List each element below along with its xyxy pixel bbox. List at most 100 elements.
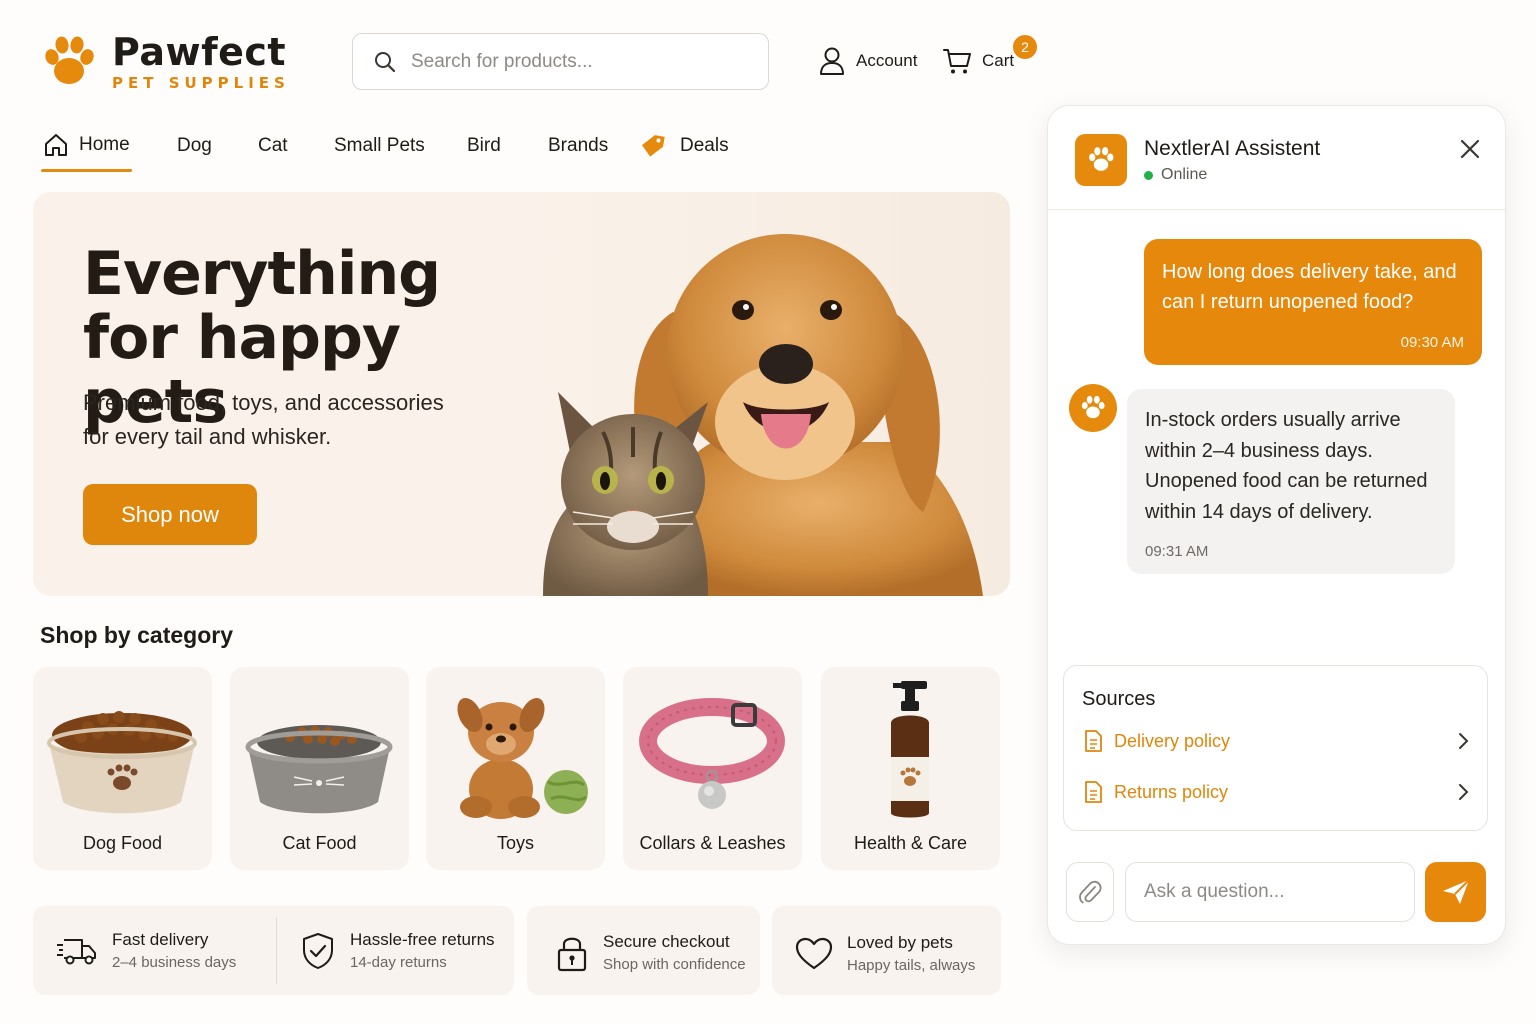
category-card-dog-food[interactable]: Dog Food (33, 667, 212, 870)
cat-food-bowl-image (245, 725, 393, 814)
feature-subtitle: 2–4 business days (112, 954, 237, 971)
category-label: Health & Care (853, 833, 968, 853)
collar-image (639, 698, 785, 809)
source-link-delivery-policy[interactable]: Delivery policy (1082, 726, 1469, 756)
tag-icon (641, 135, 665, 157)
chevron-right-icon (1459, 784, 1469, 800)
bot-avatar (1069, 384, 1117, 432)
nav-item-home[interactable]: Home (43, 132, 130, 158)
nav-active-indicator (41, 169, 132, 172)
hero-subtitle: Premium food, toys, and accessories for … (83, 390, 444, 449)
cart-count-badge: 2 (1013, 35, 1037, 59)
feature-divider (276, 917, 277, 984)
feature-returns: Hassle-free returns 14-day returns (300, 930, 495, 971)
feature-subtitle: 14-day returns (350, 954, 447, 971)
nav-item-dog[interactable]: Dog (177, 135, 212, 157)
category-section-title: Shop by category (40, 622, 233, 648)
nav-label-deals: Deals (680, 135, 729, 156)
nav-item-small-pets[interactable]: Small Pets (334, 135, 425, 157)
user-message-time: 09:30 AM (1400, 334, 1464, 351)
category-label: Collars & Leashes (639, 833, 786, 853)
lock-icon (557, 937, 587, 971)
paw-logo-icon (45, 36, 94, 84)
chat-status: Online (1144, 166, 1207, 184)
assistant-avatar (1075, 134, 1127, 186)
chat-title: NextlerAI Assistent (1144, 137, 1321, 160)
dog-food-bowl-image (47, 711, 197, 814)
user-icon (820, 47, 844, 75)
teddy-toy-image (457, 698, 588, 819)
category-label: Cat Food (282, 833, 357, 853)
truck-icon (57, 938, 96, 964)
close-icon (1460, 139, 1480, 159)
nav-item-deals[interactable]: Deals (640, 133, 729, 159)
bot-message-text: In-stock orders usually arrive within 2–… (1145, 409, 1428, 523)
search-bar[interactable] (352, 33, 769, 90)
nav-label-cat: Cat (258, 135, 288, 156)
brand-logo[interactable]: Pawfect PET SUPPLIES (40, 32, 290, 92)
shield-check-icon (303, 932, 333, 969)
chat-question-input[interactable] (1144, 881, 1394, 903)
category-label: Toys (496, 833, 534, 853)
document-icon (1085, 781, 1102, 803)
category-card-toys[interactable]: Toys (426, 667, 605, 870)
send-button[interactable] (1425, 862, 1486, 922)
sources-title: Sources (1082, 688, 1156, 710)
close-chat-button[interactable] (1459, 138, 1481, 160)
heart-icon (795, 937, 833, 969)
category-card-health-care[interactable]: Health & Care (821, 667, 1000, 870)
pump-bottle-image (891, 681, 929, 818)
chevron-right-icon (1459, 733, 1469, 749)
chat-assistant-panel: NextlerAI Assistent Online How long does… (1047, 105, 1506, 945)
feature-subtitle: Happy tails, always (847, 957, 976, 974)
nav-label-brands: Brands (548, 135, 609, 156)
source-link-returns-policy[interactable]: Returns policy (1082, 777, 1469, 807)
shop-now-button[interactable]: Shop now (83, 484, 257, 545)
category-card-collars-leashes[interactable]: Collars & Leashes (623, 667, 802, 870)
cart-link[interactable]: Cart (942, 46, 1014, 76)
nav-label-dog: Dog (177, 135, 212, 156)
feature-title: Hassle-free returns (350, 930, 495, 949)
online-indicator (1144, 170, 1153, 180)
feature-secure-checkout: Secure checkout Shop with confidence (555, 932, 746, 973)
feature-title: Fast delivery (112, 930, 209, 949)
dog-and-cat-image (543, 234, 983, 596)
chat-header: NextlerAI Assistent Online (1048, 106, 1505, 210)
feature-loved-by-pets: Loved by pets Happy tails, always (795, 933, 975, 974)
chat-status-label: Online (1161, 166, 1208, 183)
user-message: How long does delivery take, and can I r… (1144, 239, 1482, 365)
feature-fast-delivery: Fast delivery 2–4 business days (56, 930, 236, 971)
brand-tagline: PET SUPPLIES (112, 74, 290, 92)
cart-label: Cart (982, 51, 1015, 70)
source-label: Delivery policy (1114, 730, 1231, 751)
feature-title: Loved by pets (847, 933, 953, 952)
category-label: Dog Food (82, 833, 163, 853)
account-link[interactable]: Account (818, 46, 917, 76)
category-card-cat-food[interactable]: Cat Food (230, 667, 409, 870)
attach-button[interactable] (1066, 862, 1114, 922)
nav-item-brands[interactable]: Brands (548, 135, 608, 157)
home-icon (45, 134, 67, 156)
search-icon (375, 51, 396, 72)
bot-message-time: 09:31 AM (1145, 543, 1209, 560)
send-icon (1442, 879, 1470, 904)
sources-box: Sources Delivery policy Returns policy (1063, 665, 1488, 831)
nav-label-small-pets: Small Pets (334, 135, 425, 156)
search-input[interactable] (411, 50, 731, 73)
paw-icon (1089, 147, 1114, 171)
user-message-text: How long does delivery take, and can I r… (1162, 261, 1457, 313)
source-label: Returns policy (1114, 781, 1229, 802)
feature-title: Secure checkout (603, 932, 730, 951)
document-icon (1085, 730, 1102, 752)
paw-icon (1081, 395, 1105, 419)
nav-label-bird: Bird (467, 135, 501, 156)
paperclip-icon (1079, 880, 1102, 904)
account-label: Account (856, 51, 918, 70)
bot-message: In-stock orders usually arrive within 2–… (1127, 389, 1455, 574)
feature-subtitle: Shop with confidence (603, 956, 746, 973)
nav-item-cat[interactable]: Cat (258, 135, 288, 157)
nav-label-home: Home (79, 134, 130, 155)
hero-banner: Everything for happy pets Premium food, … (33, 192, 1010, 596)
brand-name: Pawfect (112, 30, 287, 74)
nav-item-bird[interactable]: Bird (467, 135, 501, 157)
